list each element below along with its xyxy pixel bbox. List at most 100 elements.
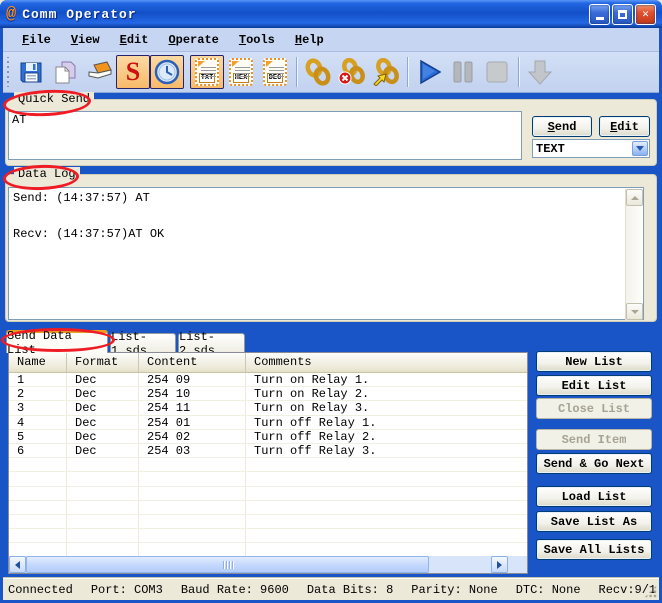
menu-operate[interactable]: Operate xyxy=(159,31,227,49)
toolbar-grip[interactable] xyxy=(5,57,10,87)
data-log-text: Send: (14:37:57) AT Recv: (14:37:57)AT O… xyxy=(9,188,643,319)
table-row[interactable]: 2 Dec 254 10 Turn on Relay 2. xyxy=(9,387,527,401)
app-logo-icon: @ xyxy=(6,5,16,24)
cell-name: 3 xyxy=(9,401,67,415)
save-icon xyxy=(18,59,45,86)
receive-button[interactable] xyxy=(523,55,557,89)
timer-icon xyxy=(153,58,181,86)
send-single-button[interactable]: S xyxy=(116,55,150,89)
format-select[interactable]: TEXT xyxy=(532,139,650,158)
menu-help[interactable]: Help xyxy=(286,31,333,49)
stop-button[interactable] xyxy=(480,55,514,89)
play-icon xyxy=(415,58,443,86)
menu-file[interactable]: File xyxy=(13,31,60,49)
column-header-content[interactable]: Content xyxy=(139,353,246,373)
table-row[interactable]: 5 Dec 254 02 Turn off Relay 2. xyxy=(9,430,527,444)
txt-mode-button[interactable]: TXT xyxy=(190,55,224,89)
status-parity: Parity: None xyxy=(402,583,506,597)
new-list-button[interactable]: New List xyxy=(536,351,652,372)
data-log-area[interactable]: Send: (14:37:57) AT Recv: (14:37:57)AT O… xyxy=(8,187,644,320)
close-list-button[interactable]: Close List xyxy=(536,398,652,419)
menu-view[interactable]: View xyxy=(62,31,109,49)
send-and-go-next-button[interactable]: Send & Go Next xyxy=(536,453,652,474)
cell-format: Dec xyxy=(67,416,139,430)
save-all-lists-button[interactable]: Save All Lists xyxy=(536,539,652,560)
send-button-label: Send xyxy=(548,120,577,134)
chevron-down-icon[interactable] xyxy=(632,141,648,156)
menu-bar: File View Edit Operate Tools Help xyxy=(3,28,659,52)
scroll-down-button[interactable] xyxy=(626,303,643,320)
tab-send-data-list[interactable]: Send Data List xyxy=(6,330,108,353)
format-select-value: TEXT xyxy=(533,142,632,156)
scroll-right-button[interactable] xyxy=(491,556,508,573)
dec-mode-button[interactable]: DEC xyxy=(258,55,292,89)
toolbar: S TXT HEX DEC xyxy=(3,52,659,93)
edit-list-button[interactable]: Edit List xyxy=(536,375,652,396)
close-button[interactable]: ✕ xyxy=(635,4,656,25)
pause-icon xyxy=(450,59,476,85)
minimize-icon xyxy=(596,17,604,20)
save-list-as-button[interactable]: Save List As xyxy=(536,511,652,532)
send-single-icon: S xyxy=(126,59,140,85)
doc-lines xyxy=(235,67,250,77)
table-row[interactable]: 3 Dec 254 11 Turn on Relay 3. xyxy=(9,401,527,415)
titlebar[interactable]: @ Comm Operator ✕ xyxy=(0,0,662,28)
scroll-left-button[interactable] xyxy=(9,556,26,573)
edit-button[interactable]: Edit xyxy=(599,116,650,137)
maximize-button[interactable] xyxy=(612,4,633,25)
status-baud-rate: Baud Rate: 9600 xyxy=(172,583,298,597)
send-button[interactable]: Send xyxy=(532,116,592,137)
button-label: Load List xyxy=(562,490,627,504)
txt-mode-icon: TXT xyxy=(195,58,219,86)
status-data-bits: Data Bits: 8 xyxy=(298,583,402,597)
hex-mode-button[interactable]: HEX xyxy=(224,55,258,89)
cell-content: 254 09 xyxy=(139,373,246,387)
cell-content: 254 10 xyxy=(139,387,246,401)
hex-mode-icon: HEX xyxy=(229,58,253,86)
clear-button[interactable] xyxy=(82,55,116,89)
button-label: Save List As xyxy=(551,515,637,529)
send-item-button[interactable]: Send Item xyxy=(536,429,652,450)
quick-send-label: Quick Send xyxy=(14,92,94,106)
pause-button[interactable] xyxy=(446,55,480,89)
cell-name: 2 xyxy=(9,387,67,401)
button-label: Send & Go Next xyxy=(544,457,645,471)
table-horizontal-scrollbar[interactable] xyxy=(9,556,527,573)
cell-format: Dec xyxy=(67,444,139,458)
disconnect-button[interactable] xyxy=(335,55,369,89)
scrollbar-thumb[interactable] xyxy=(26,556,429,573)
table-row[interactable]: 4 Dec 254 01 Turn off Relay 1. xyxy=(9,416,527,430)
quick-send-input[interactable]: AT xyxy=(8,111,522,160)
tab-list-2[interactable]: List-2.sds xyxy=(178,333,245,353)
menu-tools[interactable]: Tools xyxy=(230,31,284,49)
cell-comments: Turn on Relay 1. xyxy=(246,373,527,387)
reconnect-button[interactable] xyxy=(369,55,403,89)
column-header-comments[interactable]: Comments xyxy=(246,353,527,373)
app-window: @ Comm Operator ✕ File View Edit Operate… xyxy=(0,0,662,603)
minimize-button[interactable] xyxy=(589,4,610,25)
scroll-up-button[interactable] xyxy=(626,189,643,206)
button-label: Save All Lists xyxy=(544,543,645,557)
cell-format: Dec xyxy=(67,387,139,401)
cell-format: Dec xyxy=(67,373,139,387)
cell-content: 254 11 xyxy=(139,401,246,415)
cell-name: 1 xyxy=(9,373,67,387)
table-row[interactable]: 6 Dec 254 03 Turn off Relay 3. xyxy=(9,444,527,458)
save-button[interactable] xyxy=(14,55,48,89)
reconnect-icon xyxy=(370,58,402,86)
start-button[interactable] xyxy=(412,55,446,89)
send-data-table: Name Format Content Comments 1 Dec 254 0… xyxy=(8,352,528,574)
cell-content: 254 03 xyxy=(139,444,246,458)
status-bar: Connected Port: COM3 Baud Rate: 9600 Dat… xyxy=(3,578,659,600)
load-list-button[interactable]: Load List xyxy=(536,486,652,507)
menu-edit[interactable]: Edit xyxy=(111,31,158,49)
toolbar-separator xyxy=(407,57,408,87)
table-row[interactable]: 1 Dec 254 09 Turn on Relay 1. xyxy=(9,373,527,387)
tab-list-1[interactable]: List-1.sds xyxy=(110,333,176,353)
data-log-label: Data Log xyxy=(14,167,80,181)
button-label: Send Item xyxy=(562,433,627,447)
timer-send-button[interactable] xyxy=(150,55,184,89)
copy-button[interactable] xyxy=(48,55,82,89)
data-log-scrollbar[interactable] xyxy=(625,189,642,320)
connect-button[interactable] xyxy=(301,55,335,89)
